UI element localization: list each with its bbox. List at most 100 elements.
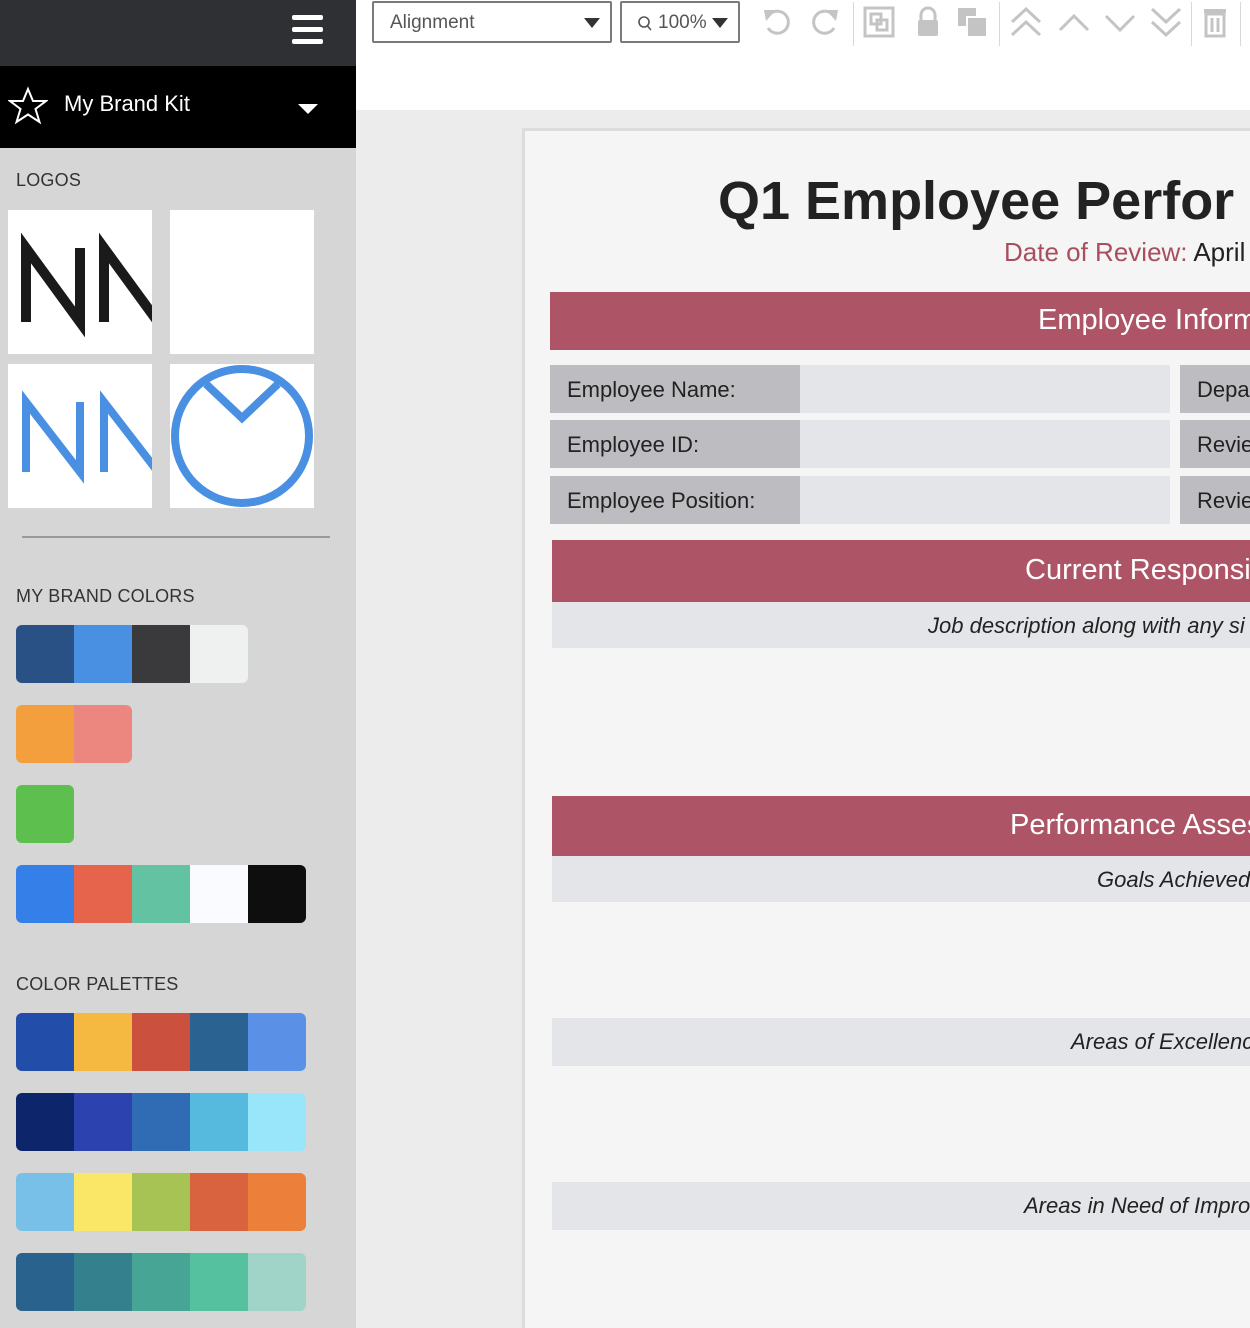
toolbar-separator bbox=[1191, 2, 1192, 46]
color-swatch[interactable] bbox=[132, 625, 190, 683]
review-date-value: April bbox=[1193, 237, 1246, 267]
color-swatch[interactable] bbox=[132, 1093, 190, 1151]
chevron-down-icon bbox=[712, 18, 728, 28]
delete-icon[interactable] bbox=[1197, 4, 1233, 40]
logos-heading: LOGOS bbox=[16, 170, 82, 190]
color-swatch[interactable] bbox=[74, 1093, 132, 1151]
color-swatch[interactable] bbox=[74, 865, 132, 923]
color-palettes-heading: COLOR PALETTES bbox=[16, 974, 179, 994]
brand-color-row-3[interactable] bbox=[16, 785, 74, 843]
color-swatch[interactable] bbox=[190, 1093, 248, 1151]
color-swatch[interactable] bbox=[132, 1173, 190, 1231]
color-swatch[interactable] bbox=[16, 785, 74, 843]
brand-colors-heading: MY BRAND COLORS bbox=[16, 586, 195, 606]
toolbar-separator bbox=[999, 2, 1000, 46]
brand-color-row-4[interactable] bbox=[16, 865, 306, 923]
zoom-search-icon bbox=[638, 16, 652, 31]
color-swatch[interactable] bbox=[16, 1013, 74, 1071]
field-input-employee-id[interactable] bbox=[800, 420, 1170, 468]
color-swatch[interactable] bbox=[16, 1173, 74, 1231]
goals-row[interactable]: Goals Achieved bbox=[552, 856, 1250, 902]
field-input-employee-position[interactable] bbox=[800, 476, 1170, 524]
alignment-dropdown[interactable]: Alignment bbox=[372, 1, 612, 43]
document-title[interactable]: Q1 Employee Perfor bbox=[718, 170, 1234, 232]
color-palette-row-4[interactable] bbox=[16, 1253, 306, 1311]
color-swatch[interactable] bbox=[190, 1013, 248, 1071]
color-swatch[interactable] bbox=[16, 1253, 74, 1311]
sidebar-top-bar bbox=[0, 0, 356, 66]
color-swatch[interactable] bbox=[132, 1013, 190, 1071]
undo-icon[interactable] bbox=[760, 4, 796, 40]
color-swatch[interactable] bbox=[190, 1253, 248, 1311]
color-swatch[interactable] bbox=[16, 865, 74, 923]
color-palette-row-3[interactable] bbox=[16, 1173, 306, 1231]
color-swatch[interactable] bbox=[248, 865, 306, 923]
excellence-row[interactable]: Areas of Excellenc bbox=[552, 1018, 1250, 1066]
job-description-row[interactable]: Job description along with any si bbox=[552, 602, 1250, 648]
color-swatch[interactable] bbox=[74, 1253, 132, 1311]
redo-icon[interactable] bbox=[806, 4, 842, 40]
improvement-row[interactable]: Areas in Need of Impro bbox=[552, 1182, 1250, 1230]
section-header-assessment[interactable]: Performance Asses bbox=[552, 796, 1250, 856]
color-swatch[interactable] bbox=[74, 1173, 132, 1231]
logo-nn-black bbox=[21, 232, 152, 338]
excellence-text: Areas of Excellenc bbox=[1071, 1029, 1250, 1054]
brand-kit-selector[interactable]: My Brand Kit bbox=[0, 66, 356, 148]
section-header-label: Performance Asses bbox=[1010, 809, 1250, 841]
field-label-employee-id: Employee ID: bbox=[550, 420, 800, 468]
field-label-department: Depa bbox=[1180, 365, 1250, 413]
color-palette-row-2[interactable] bbox=[16, 1093, 306, 1151]
duplicate-icon[interactable] bbox=[954, 4, 990, 40]
send-backward-icon[interactable] bbox=[1102, 4, 1138, 40]
section-header-label: Employee Inform bbox=[1038, 304, 1250, 336]
color-swatch[interactable] bbox=[74, 705, 132, 763]
logo-tile-white[interactable] bbox=[170, 210, 314, 354]
color-swatch[interactable] bbox=[190, 1173, 248, 1231]
color-swatch[interactable] bbox=[16, 1093, 74, 1151]
color-swatch[interactable] bbox=[16, 705, 74, 763]
color-swatch[interactable] bbox=[248, 1093, 306, 1151]
section-header-employee-info[interactable]: Employee Inform bbox=[550, 292, 1250, 350]
color-swatch[interactable] bbox=[74, 1013, 132, 1071]
color-swatch[interactable] bbox=[190, 625, 248, 683]
zoom-label: 100% bbox=[658, 12, 707, 33]
review-date-line[interactable]: Date of Review: April bbox=[1004, 237, 1245, 268]
logo-nn-blue bbox=[22, 390, 152, 484]
improvement-text: Areas in Need of Impro bbox=[1024, 1193, 1250, 1218]
field-label-review-period: Revie bbox=[1180, 476, 1250, 524]
alignment-label: Alignment bbox=[390, 12, 475, 33]
bring-forward-icon[interactable] bbox=[1056, 4, 1092, 40]
job-description-text: Job description along with any si bbox=[928, 613, 1245, 638]
brand-color-row-2[interactable] bbox=[16, 705, 132, 763]
menu-icon[interactable] bbox=[292, 15, 323, 45]
brand-kit-title: My Brand Kit bbox=[64, 91, 190, 116]
color-swatch[interactable] bbox=[190, 865, 248, 923]
app-window: My Brand Kit LOGOS MY BRAND COLORS COLOR… bbox=[0, 0, 1250, 1328]
group-icon[interactable] bbox=[861, 4, 897, 40]
goals-text: Goals Achieved bbox=[1097, 867, 1250, 892]
color-palette-row-1[interactable] bbox=[16, 1013, 306, 1071]
color-swatch[interactable] bbox=[248, 1173, 306, 1231]
color-swatch[interactable] bbox=[132, 865, 190, 923]
field-label-reviewer: Revie bbox=[1180, 420, 1250, 468]
zoom-dropdown[interactable]: 100% bbox=[620, 1, 740, 43]
send-to-back-icon[interactable] bbox=[1148, 4, 1184, 40]
color-swatch[interactable] bbox=[248, 1253, 306, 1311]
clock-logo-icon bbox=[171, 365, 313, 507]
logo-tile-blue[interactable] bbox=[8, 364, 152, 508]
color-swatch[interactable] bbox=[16, 625, 74, 683]
toolbar-separator bbox=[853, 2, 854, 46]
color-swatch[interactable] bbox=[74, 625, 132, 683]
toolbar: Alignment 100% bbox=[356, 0, 1250, 110]
color-swatch[interactable] bbox=[132, 1253, 190, 1311]
color-swatch[interactable] bbox=[248, 1013, 306, 1071]
toolbar-separator bbox=[1240, 2, 1241, 46]
field-input-employee-name[interactable] bbox=[800, 365, 1170, 413]
section-header-responsibilities[interactable]: Current Responsi bbox=[552, 540, 1250, 602]
brand-color-row-1[interactable] bbox=[16, 625, 248, 683]
bring-to-front-icon[interactable] bbox=[1008, 4, 1044, 40]
lock-icon[interactable] bbox=[910, 4, 946, 40]
logo-tile-clock[interactable] bbox=[170, 364, 314, 508]
logo-tile-black[interactable] bbox=[8, 210, 152, 354]
section-header-label: Current Responsi bbox=[1025, 554, 1250, 586]
